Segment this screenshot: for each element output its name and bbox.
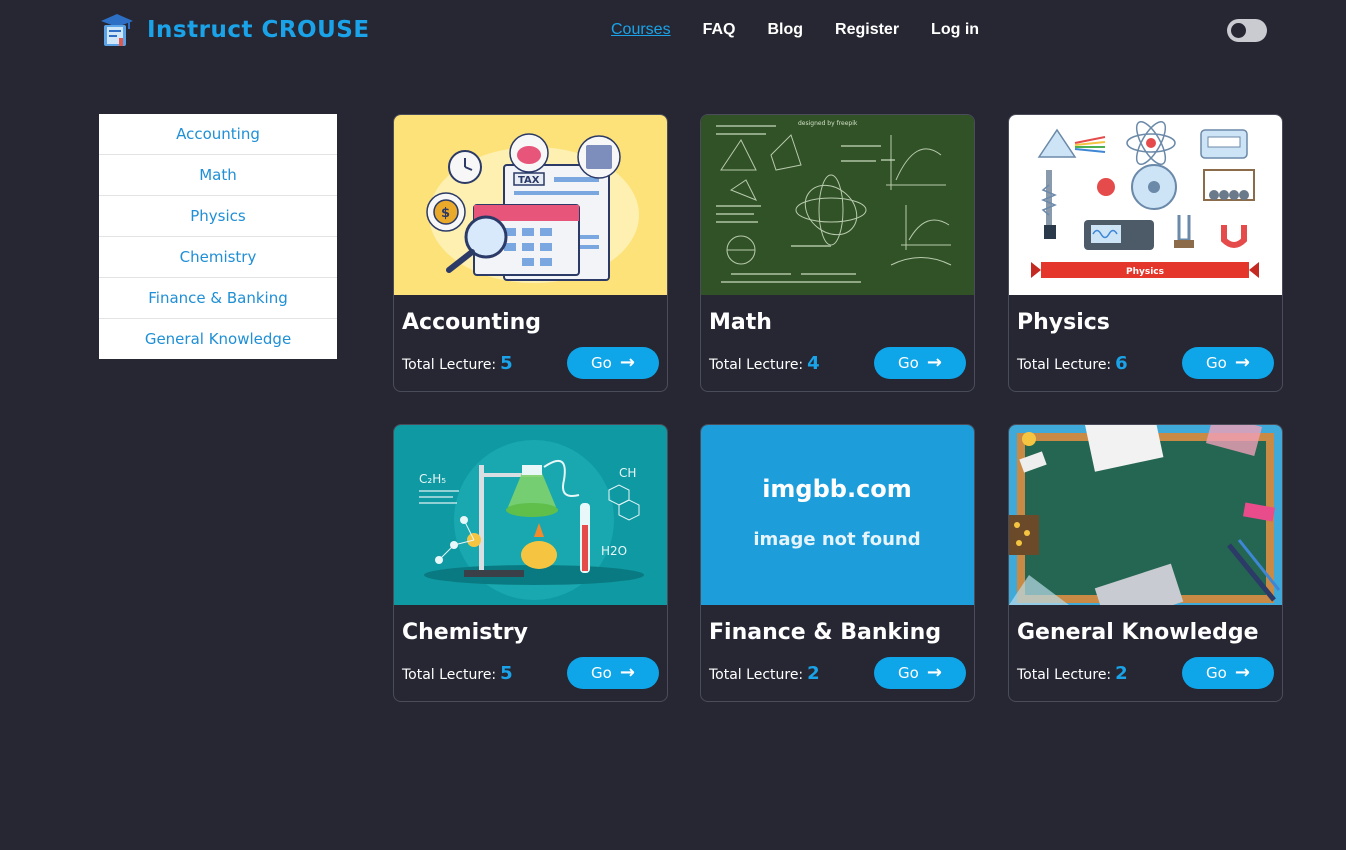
toggle-knob [1231,23,1246,38]
course-card-math: designed by freepik Math Total Lecture: … [700,114,975,392]
go-label: Go [898,664,919,682]
go-button-finance-banking[interactable]: Go → [874,657,966,689]
go-button-accounting[interactable]: Go → [567,347,659,379]
sidebar-item-general-knowledge[interactable]: General Knowledge [99,319,337,359]
course-card-accounting: TAX $ Accounting Total Lecture: 5 Go → [393,114,668,392]
course-title: Physics [1017,310,1110,335]
image-credit: designed by freepik [798,120,858,127]
svg-text:TAX: TAX [518,175,540,186]
lecture-count: Total Lecture: 6 [1017,353,1128,374]
course-card-chemistry: C₂H₅ CH H2O Chemistry Total Lecture: 5 G… [393,424,668,702]
brand-name: Instruct CROUSE [147,17,370,43]
nav-courses[interactable]: Courses [611,19,671,41]
site-header: Instruct CROUSE Courses FAQ Blog Registe… [0,0,1346,62]
accounting-tax-illustration: TAX $ [394,115,667,295]
go-label: Go [1206,664,1227,682]
course-card-finance-banking: imgbb.com image not found Finance & Bank… [700,424,975,702]
lecture-number: 5 [500,663,513,684]
lecture-number: 2 [807,663,820,684]
arrow-right-icon: → [926,662,942,683]
lecture-label: Total Lecture: [709,357,804,373]
course-image-accounting: TAX $ [394,115,667,295]
go-button-general-knowledge[interactable]: Go → [1182,657,1274,689]
sidebar-item-accounting[interactable]: Accounting [99,114,337,155]
go-label: Go [591,664,612,682]
nav-blog[interactable]: Blog [767,19,803,41]
lecture-label: Total Lecture: [402,357,497,373]
lecture-number: 2 [1115,663,1128,684]
lecture-count: Total Lecture: 2 [709,663,820,684]
course-image-physics: Physics [1009,115,1282,295]
main-nav: Courses FAQ Blog Register Log in [611,19,1011,41]
nav-register[interactable]: Register [835,19,899,41]
math-chalkboard-illustration: designed by freepik [701,115,974,295]
placeholder-message: image not found [753,529,920,550]
physics-equipment-illustration: Physics [1009,115,1282,295]
course-card-physics: Physics Physics Total Lecture: 6 Go → [1008,114,1283,392]
lecture-count: Total Lecture: 5 [402,663,513,684]
course-title: Math [709,310,772,335]
go-label: Go [1206,354,1227,372]
svg-text:C₂H₅: C₂H₅ [419,472,446,486]
svg-text:$: $ [441,206,450,221]
course-image-math: designed by freepik [701,115,974,295]
image-not-found-placeholder: imgbb.com image not found [701,425,974,605]
sidebar-item-physics[interactable]: Physics [99,196,337,237]
graduation-book-icon [101,14,133,46]
go-button-chemistry[interactable]: Go → [567,657,659,689]
lecture-number: 4 [807,353,820,374]
arrow-right-icon: → [926,352,942,373]
arrow-right-icon: → [619,662,635,683]
lecture-label: Total Lecture: [1017,667,1112,683]
lecture-label: Total Lecture: [709,667,804,683]
course-image-general-knowledge [1009,425,1282,605]
go-label: Go [898,354,919,372]
lecture-label: Total Lecture: [402,667,497,683]
go-button-physics[interactable]: Go → [1182,347,1274,379]
lecture-count: Total Lecture: 4 [709,353,820,374]
course-title: Accounting [402,310,542,335]
chemistry-lab-illustration: C₂H₅ CH H2O [394,425,667,605]
go-label: Go [591,354,612,372]
course-image-finance-banking: imgbb.com image not found [701,425,974,605]
course-card-general-knowledge: General Knowledge Total Lecture: 2 Go → [1008,424,1283,702]
sidebar-item-finance-banking[interactable]: Finance & Banking [99,278,337,319]
lecture-number: 5 [500,353,513,374]
green-chalkboard-illustration [1009,425,1282,605]
course-title: Chemistry [402,620,528,645]
course-title: Finance & Banking [709,620,942,645]
go-button-math[interactable]: Go → [874,347,966,379]
image-banner: Physics [1126,267,1164,277]
formula-ch: CH [619,466,636,480]
arrow-right-icon: → [1234,352,1250,373]
lecture-number: 6 [1115,353,1128,374]
lecture-label: Total Lecture: [1017,357,1112,373]
sidebar-item-math[interactable]: Math [99,155,337,196]
nav-login[interactable]: Log in [931,19,979,41]
nav-faq[interactable]: FAQ [703,19,736,41]
theme-toggle[interactable] [1227,19,1267,42]
course-image-chemistry: C₂H₅ CH H2O [394,425,667,605]
arrow-right-icon: → [1234,662,1250,683]
lecture-count: Total Lecture: 2 [1017,663,1128,684]
arrow-right-icon: → [619,352,635,373]
category-sidebar: Accounting Math Physics Chemistry Financ… [99,114,337,359]
course-title: General Knowledge [1017,620,1259,645]
brand[interactable]: Instruct CROUSE [99,12,370,48]
sidebar-item-chemistry[interactable]: Chemistry [99,237,337,278]
placeholder-domain: imgbb.com [762,475,912,503]
formula-h2o: H2O [601,544,627,558]
lecture-count: Total Lecture: 5 [402,353,513,374]
